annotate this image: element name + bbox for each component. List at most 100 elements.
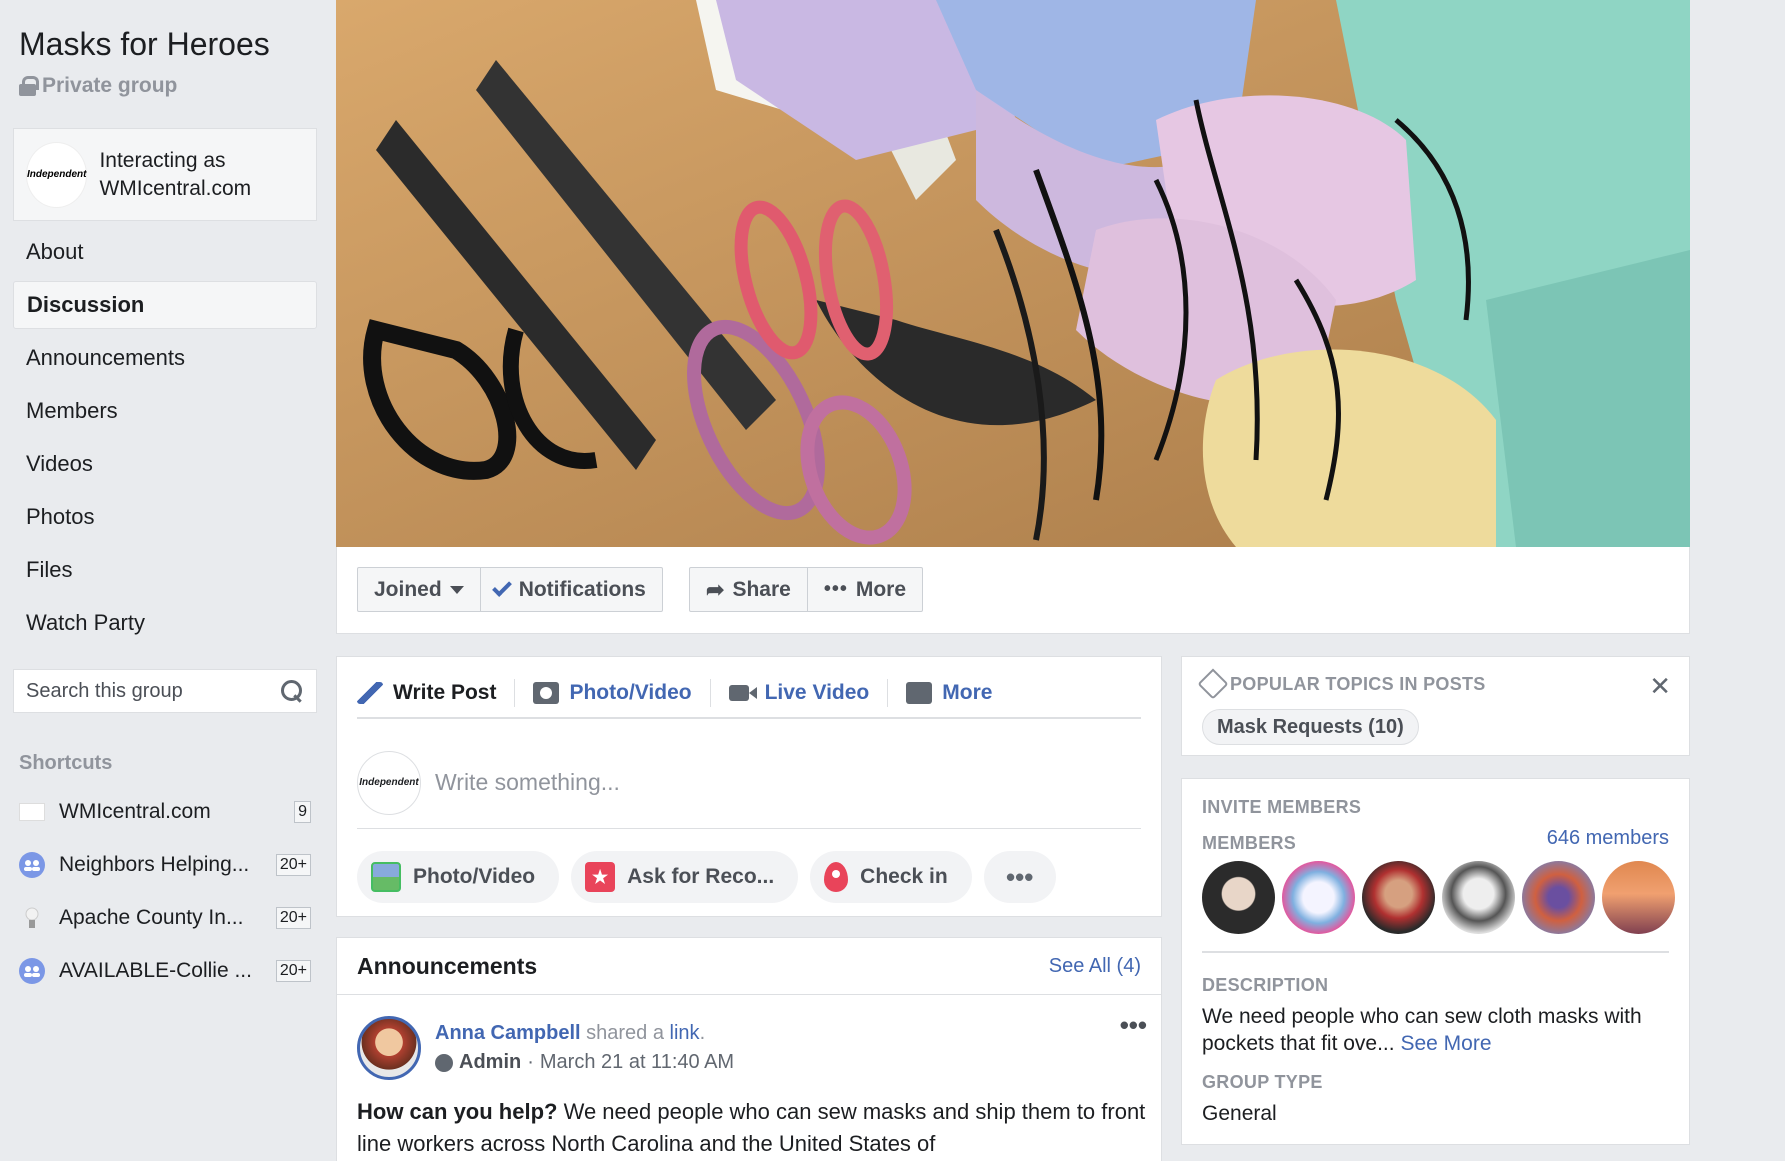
- write-something-input[interactable]: [435, 769, 1035, 796]
- photo-video-button[interactable]: Photo/Video: [357, 851, 560, 903]
- composer-body: Independent: [357, 737, 1141, 829]
- group-action-bar: Joined Notifications ➦ Share ••• More: [336, 547, 1690, 634]
- shortcut-item[interactable]: AVAILABLE-Collie ... 20+: [19, 944, 311, 997]
- nav-watch-party[interactable]: Watch Party: [13, 599, 317, 647]
- tab-live-video[interactable]: Live Video: [728, 679, 889, 707]
- shortcut-badge: 20+: [275, 959, 311, 982]
- shortcut-item[interactable]: WMIcentral.com 9: [19, 785, 311, 838]
- author-avatar[interactable]: [357, 1016, 421, 1080]
- shortcut-label: AVAILABLE-Collie ...: [59, 958, 252, 982]
- tab-more[interactable]: More: [906, 679, 1010, 707]
- group-title[interactable]: Masks for Heroes: [19, 26, 270, 63]
- group-nav: About Discussion Announcements Members V…: [13, 228, 317, 652]
- pencil-icon: [357, 682, 383, 704]
- post-meta: Anna Campbell shared a link. Admin · Mar…: [435, 1016, 734, 1080]
- nav-videos[interactable]: Videos: [13, 440, 317, 488]
- more-options-button[interactable]: •••: [983, 851, 1056, 903]
- announcements-title: Announcements: [357, 952, 538, 979]
- check-in-button[interactable]: Check in: [810, 851, 972, 903]
- tab-write-post[interactable]: Write Post: [357, 679, 516, 707]
- location-pin-icon: [824, 862, 849, 892]
- shortcut-label: WMIcentral.com: [59, 799, 211, 823]
- star-icon: ★: [585, 862, 616, 892]
- post-body: How can you help? We need people who can…: [357, 1096, 1147, 1160]
- tab-label: Write Post: [393, 681, 497, 704]
- see-all-link[interactable]: See All (4): [1049, 955, 1141, 978]
- joined-button[interactable]: Joined: [358, 568, 481, 611]
- shortcut-badge: 20+: [275, 906, 311, 929]
- more-button[interactable]: ••• More: [808, 568, 922, 611]
- nav-discussion[interactable]: Discussion: [13, 281, 317, 329]
- tab-label: Live Video: [764, 681, 870, 704]
- member-avatar[interactable]: [1602, 861, 1675, 934]
- page-avatar: Independent: [26, 141, 88, 208]
- see-more-link[interactable]: See More: [1400, 1032, 1491, 1055]
- nav-announcements[interactable]: Announcements: [13, 334, 317, 382]
- share-button[interactable]: ➦ Share: [690, 568, 808, 611]
- post-lead: How can you help?: [357, 1099, 558, 1124]
- post-composer: Write Post Photo/Video Live Video More I…: [336, 656, 1162, 917]
- interacting-as-label: Interacting as WMIcentral.com: [99, 148, 252, 200]
- member-avatar[interactable]: [1522, 861, 1595, 934]
- cover-photo-image: [336, 0, 1690, 547]
- post-timestamp[interactable]: March 21 at 11:40 AM: [540, 1051, 734, 1074]
- composer-avatar: Independent: [357, 750, 421, 815]
- invite-members-heading[interactable]: INVITE MEMBERS: [1202, 797, 1361, 818]
- search-icon[interactable]: [280, 679, 304, 703]
- site-logo-icon: [19, 802, 45, 821]
- ask-for-recommendations-button[interactable]: ★ Ask for Reco...: [571, 851, 799, 903]
- shortcuts-heading: Shortcuts: [19, 752, 113, 774]
- divider: [1202, 951, 1669, 953]
- group-info-panel: INVITE MEMBERS MEMBERS 646 members DESCR…: [1181, 778, 1690, 1145]
- notifications-label: Notifications: [518, 577, 646, 601]
- members-count-link[interactable]: 646 members: [1547, 827, 1669, 850]
- shortcut-item[interactable]: Neighbors Helping... 20+: [19, 838, 311, 891]
- topics-header: POPULAR TOPICS IN POSTS: [1197, 668, 1486, 700]
- nav-members[interactable]: Members: [13, 387, 317, 435]
- ellipsis-icon: •••: [823, 578, 848, 600]
- shared-link[interactable]: link: [670, 1022, 700, 1044]
- tab-photo-video[interactable]: Photo/Video: [533, 679, 711, 707]
- group-type-heading: GROUP TYPE: [1202, 1072, 1323, 1092]
- video-camera-icon: [728, 685, 757, 701]
- tab-label: Photo/Video: [569, 681, 692, 704]
- cover-photo[interactable]: [336, 0, 1690, 547]
- topic-chip[interactable]: Mask Requests (10): [1202, 709, 1419, 745]
- member-avatar[interactable]: [1282, 861, 1355, 934]
- membership-button-group: Joined Notifications: [357, 567, 663, 612]
- member-avatar[interactable]: [1362, 861, 1435, 934]
- ellipsis-icon: •••: [1006, 861, 1034, 892]
- member-avatar[interactable]: [1202, 861, 1275, 934]
- member-avatar[interactable]: [1442, 861, 1515, 934]
- shortcuts-list: WMIcentral.com 9 Neighbors Helping... 20…: [19, 785, 311, 997]
- caret-down-icon: [449, 585, 464, 594]
- check-icon: [491, 576, 512, 597]
- nav-files[interactable]: Files: [13, 546, 317, 594]
- search-input[interactable]: [26, 679, 256, 703]
- close-icon[interactable]: ✕: [1649, 671, 1671, 702]
- interacting-as-switcher[interactable]: Independent Interacting as WMIcentral.co…: [13, 128, 317, 221]
- camera-icon: [533, 682, 560, 704]
- post-options-icon[interactable]: •••: [1120, 1010, 1147, 1041]
- announcements-panel: Announcements See All (4) Anna Campbell …: [336, 937, 1162, 1161]
- share-button-group: ➦ Share ••• More: [689, 567, 924, 612]
- group-type-value: General: [1202, 1102, 1277, 1125]
- shortcut-badge: 9: [294, 800, 311, 823]
- lock-icon: [19, 76, 39, 96]
- nav-photos[interactable]: Photos: [13, 493, 317, 541]
- pill-label: Check in: [860, 865, 948, 888]
- nav-about[interactable]: About: [13, 228, 317, 276]
- joined-label: Joined: [374, 577, 442, 601]
- share-label: Share: [732, 577, 791, 601]
- shortcut-item[interactable]: Apache County In... 20+: [19, 891, 311, 944]
- author-name[interactable]: Anna Campbell: [435, 1022, 581, 1044]
- notifications-button[interactable]: Notifications: [481, 568, 662, 611]
- more-icon: [906, 682, 933, 704]
- shortcut-badge: 20+: [275, 853, 311, 876]
- share-icon: ➦: [706, 576, 725, 602]
- tab-label: More: [942, 681, 993, 704]
- description-heading: DESCRIPTION: [1202, 975, 1329, 995]
- composer-actions: Photo/Video ★ Ask for Reco... Check in •…: [357, 851, 1056, 903]
- post-byline: Anna Campbell shared a link.: [435, 1022, 706, 1044]
- shared-text: shared a: [586, 1022, 664, 1044]
